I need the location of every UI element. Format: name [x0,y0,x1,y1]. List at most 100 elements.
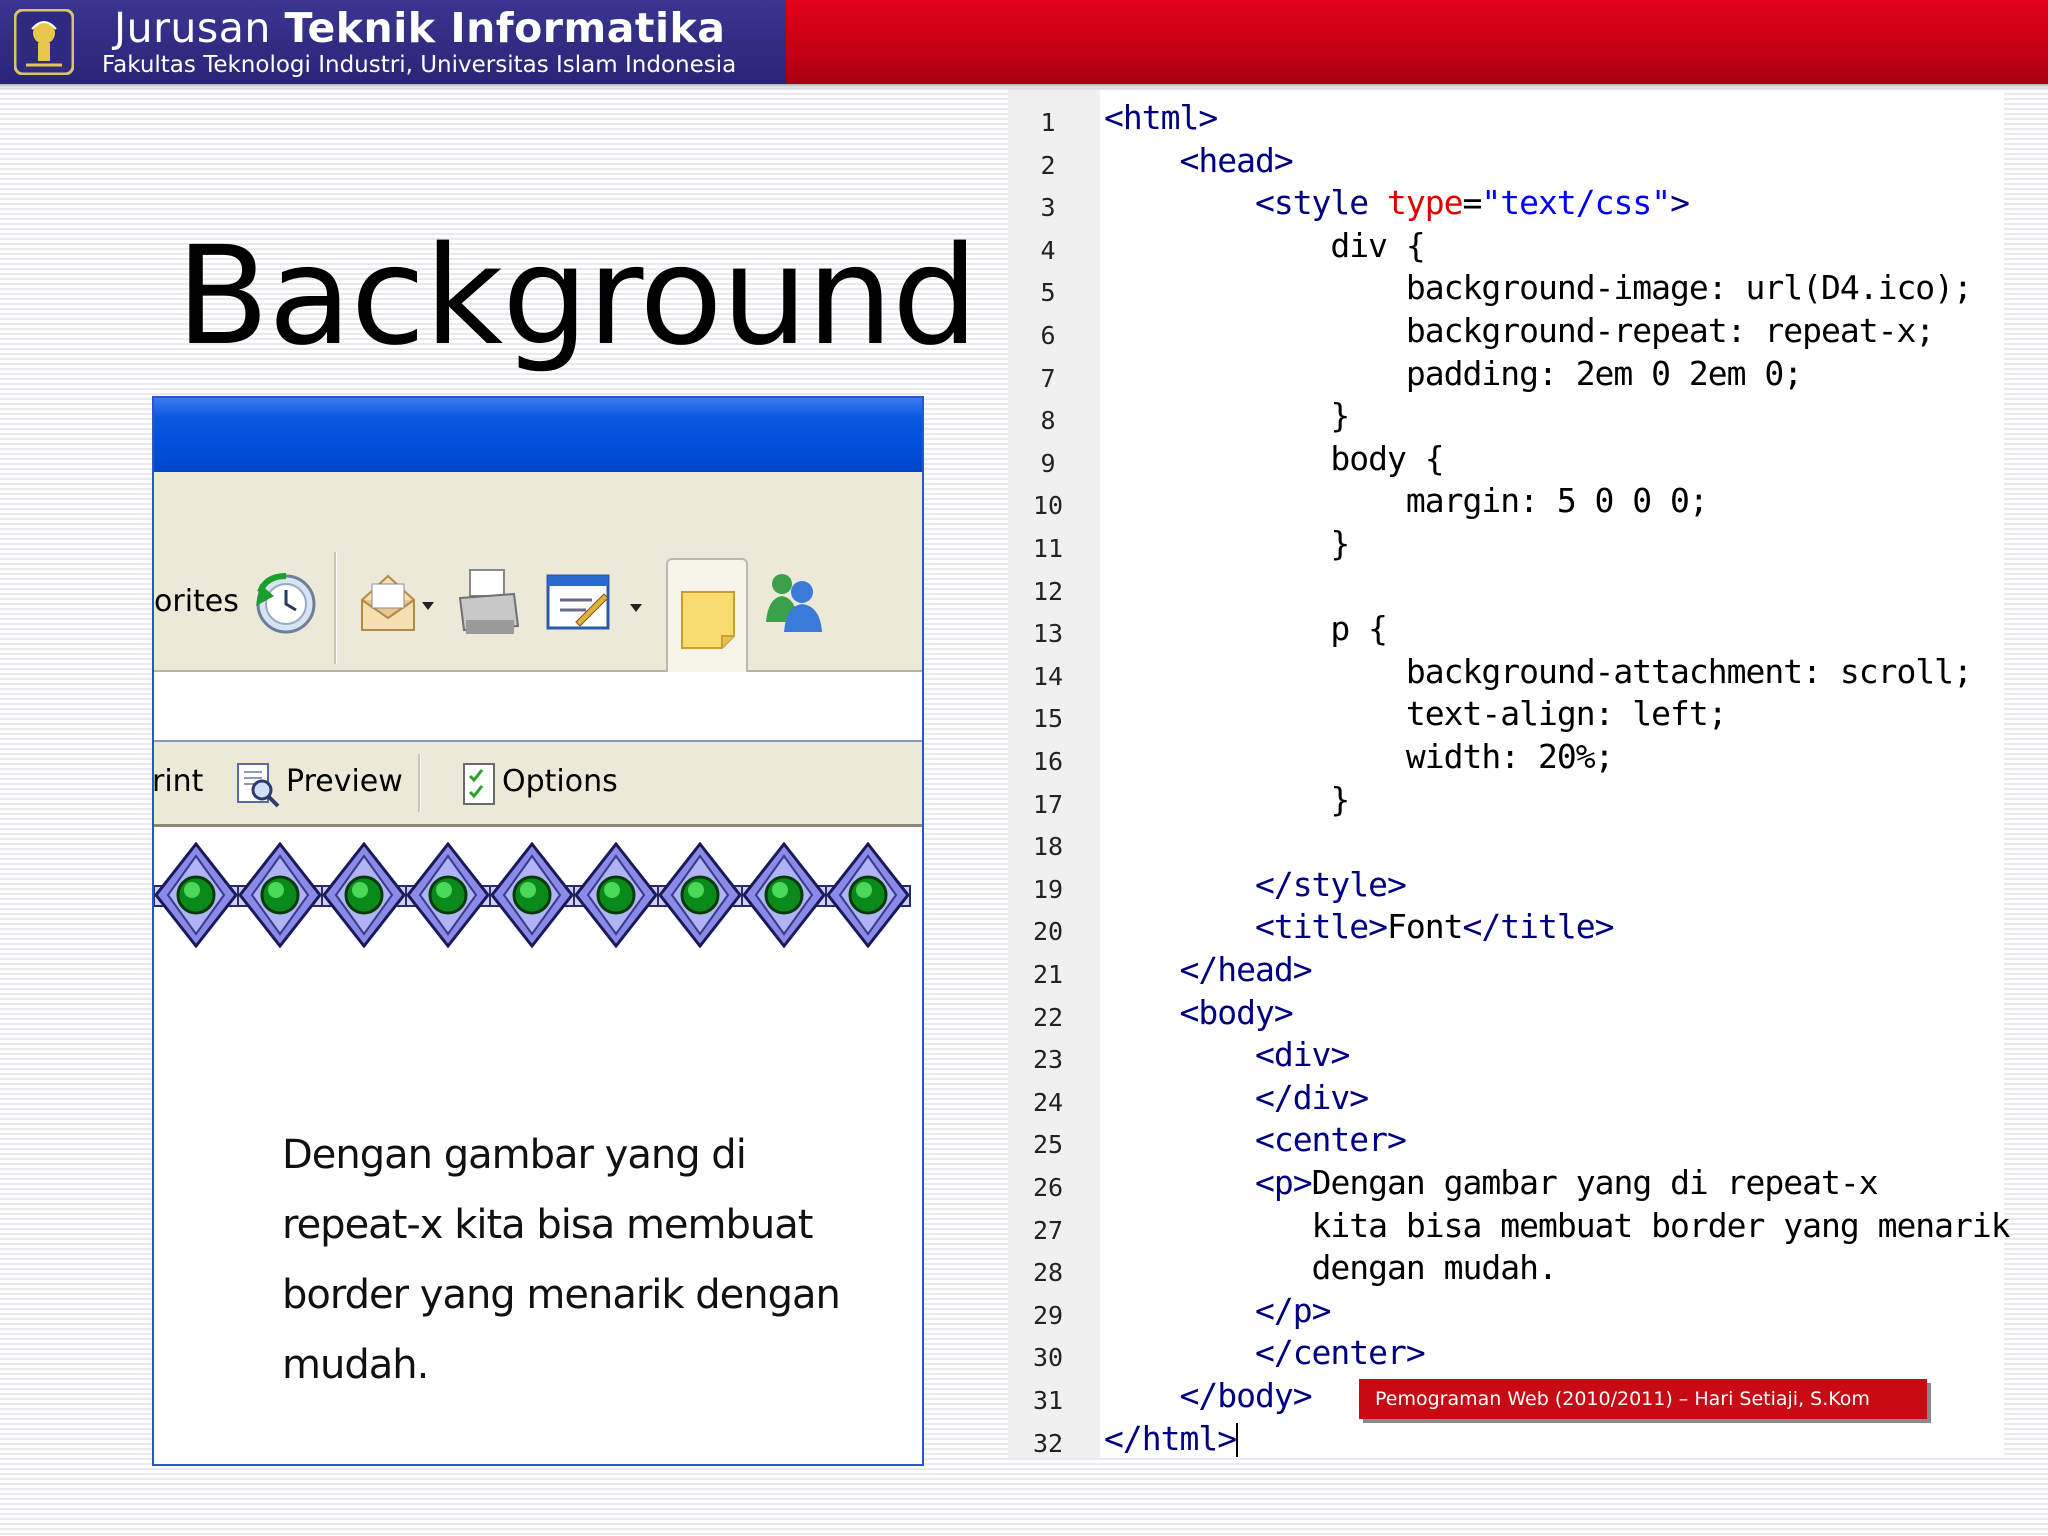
code-line[interactable]: <body> [1104,993,1293,1032]
line-number: 28 [1032,1258,1064,1288]
header-bar: Jurusan Teknik Informatika Fakultas Tekn… [0,0,2048,84]
line-number: 13 [1032,619,1064,649]
code-line[interactable]: </style> [1104,865,1407,904]
code-editor: 1 2 3 4 5 6 7 8 9 10 11 12 13 14 15 16 17 18 19 20 21 22 23 24 2… [1008,90,2011,1458]
browser-toolbar: orites [154,540,922,678]
preview-icon[interactable] [236,762,280,808]
options-icon[interactable] [462,762,498,808]
code-line[interactable]: </div> [1104,1078,1369,1117]
line-number: 31 [1032,1386,1064,1415]
line-number: 25 [1032,1130,1064,1160]
line-number: 17 [1032,789,1064,819]
code-line[interactable]: width: 20%; [1104,737,1615,776]
code-line[interactable]: margin: 5 0 0 0; [1104,481,1709,520]
footer-badge: Pemograman Web (2010/2011) – Hari Setiaj… [1359,1379,1927,1419]
code-line[interactable]: <title>Font</title> [1104,907,1615,946]
code-line[interactable]: </body> [1104,1376,1312,1415]
note-button[interactable] [666,558,748,678]
history-icon[interactable] [252,566,318,638]
line-number: 9 [1040,448,1056,478]
content-paragraph: Dengan gambar yang di repeat-x kita bisa… [282,1132,841,1388]
code-line[interactable]: body { [1104,439,1444,478]
line-number: 2 [1040,150,1056,180]
messenger-icon[interactable] [762,566,828,638]
line-number: 8 [1040,406,1056,436]
code-line[interactable]: padding: 2em 0 2em 0; [1104,354,1803,393]
text-caret [1236,1423,1239,1458]
code-line[interactable]: kita bisa membuat border yang menarik [1104,1206,2011,1245]
printbar-separator [418,754,421,812]
code-line[interactable]: dengan mudah. [1104,1248,1558,1287]
code-line[interactable]: <html> [1104,98,1218,137]
options-button-label[interactable]: Options [502,764,618,799]
favorites-button-label[interactable]: orites [154,584,239,619]
address-bar[interactable] [154,672,922,742]
code-line[interactable]: <style type="text/css"> [1104,183,1690,222]
code-line[interactable]: text-align: left; [1104,694,1728,733]
edit-icon[interactable] [546,570,652,636]
line-number: 11 [1032,534,1064,563]
line-number: 6 [1040,321,1056,350]
faculty-name: Fakultas Teknologi Industri, Universitas… [102,52,737,78]
code-line[interactable]: background-image: url(D4.ico); [1104,268,1973,307]
line-number: 10 [1032,491,1064,521]
line-number: 5 [1040,278,1056,308]
gem-border-icon [154,842,240,948]
print-preview-toolbar: rint Preview Options [154,742,922,827]
gem-border-icon [824,842,912,948]
code-line[interactable]: } [1104,780,1350,819]
line-number: 16 [1032,747,1064,776]
line-number: 24 [1032,1087,1064,1117]
line-number: 15 [1032,704,1064,734]
line-number: 21 [1032,960,1064,989]
code-line[interactable]: </center> [1104,1333,1426,1372]
footer-text: Pemograman Web (2010/2011) – Hari Setiaj… [1375,1388,1870,1410]
code-line[interactable]: <center> [1104,1120,1407,1159]
gem-border-icon [404,842,492,948]
line-number: 22 [1032,1002,1064,1032]
print-button-label[interactable]: rint [154,764,203,799]
preview-button-label[interactable]: Preview [286,764,403,799]
line-number: 23 [1032,1045,1064,1075]
code-line[interactable]: p { [1104,609,1388,648]
toolbar-separator [334,552,337,664]
code-line[interactable]: <p>Dengan gambar yang di repeat-x [1104,1163,1879,1202]
gem-border-strip [154,842,912,948]
code-line[interactable]: background-attachment: scroll; [1104,652,1973,691]
line-number: 1 [1040,108,1056,137]
code-line[interactable]: } [1104,396,1350,435]
print-icon[interactable] [456,564,522,642]
gem-border-icon [656,842,744,948]
line-number: 30 [1032,1343,1064,1373]
code-line[interactable]: </html> [1104,1419,1239,1458]
browser-menubar [154,472,922,541]
code-line[interactable]: </p> [1104,1291,1331,1330]
note-icon [681,591,735,649]
code-line[interactable]: </head> [1104,950,1312,989]
university-logo-icon [14,9,74,75]
line-number: 14 [1032,661,1064,691]
mail-icon[interactable] [358,566,442,638]
gem-border-icon [488,842,576,948]
gem-border-icon [236,842,324,948]
gem-border-icon [320,842,408,948]
browser-screenshot: orites rint Preview Options Dengan gamba… [152,396,924,1466]
line-number: 18 [1032,832,1064,862]
gem-border-icon [572,842,660,948]
code-line[interactable]: <div> [1104,1035,1350,1074]
code-line[interactable]: } [1104,524,1350,563]
slide-title: Background [176,218,978,376]
line-number: 3 [1040,193,1056,223]
line-number: 27 [1032,1215,1064,1245]
code-line[interactable]: <head> [1104,141,1293,180]
line-number: 29 [1032,1300,1064,1330]
line-number: 4 [1040,235,1056,265]
code-line[interactable]: background-repeat: repeat-x; [1104,311,1935,350]
browser-titlebar [154,398,922,472]
code-line[interactable]: div { [1104,226,1425,265]
line-number: 12 [1032,576,1064,606]
gem-border-icon [740,842,828,948]
department-name: Jurusan Teknik Informatika [114,4,726,52]
header-logo-panel: Jurusan Teknik Informatika Fakultas Tekn… [0,0,786,84]
line-number: 26 [1032,1173,1064,1202]
